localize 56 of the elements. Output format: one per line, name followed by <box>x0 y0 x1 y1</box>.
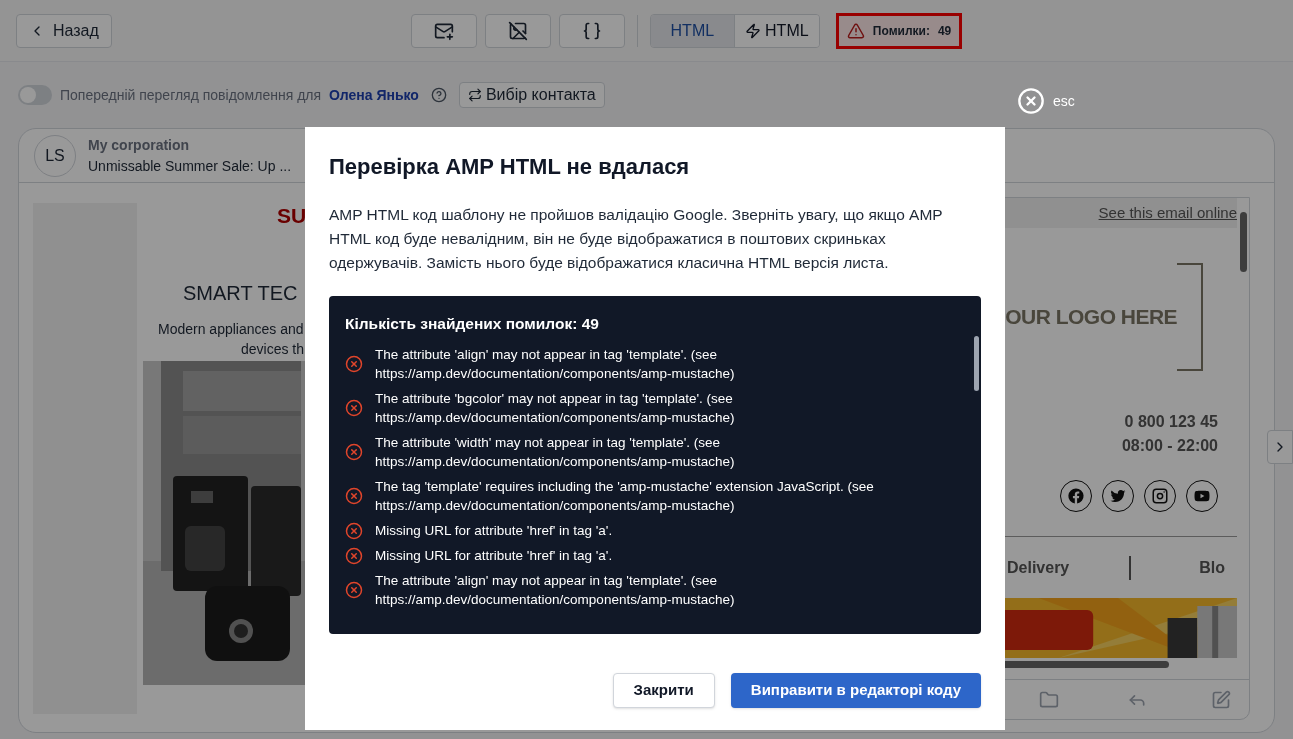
preview-label: Попередній перегляд повідомлення для <box>60 85 322 105</box>
error-icon <box>345 355 363 374</box>
contact-select-button[interactable]: Вибір контакта <box>458 82 605 108</box>
close-icon[interactable] <box>1017 87 1045 115</box>
image-off-icon <box>507 20 528 41</box>
logo: OUR LOGO HERE <box>1005 304 1177 331</box>
error-icon <box>345 399 363 418</box>
send-test-button[interactable] <box>410 13 477 48</box>
error-icon <box>345 521 363 540</box>
error-icon <box>345 546 363 565</box>
error-icon <box>345 487 363 506</box>
dialog-description: AMP HTML код шаблону не пройшов валідацію Google. Зверніть увагу, що якщо AMP HTML код буде невалідним, він не буде відображатися в поштових скриньках одержувачів. Замість нього буде відображатися класична HTML версія листа. <box>329 205 944 273</box>
dialog-title: Перевірка AMP HTML не вдалася <box>329 153 691 181</box>
error-message: Missing URL for attribute 'href' in tag 'a'. <box>375 522 613 541</box>
format-tab[interactable]: HTML <box>650 14 735 47</box>
next-button[interactable] <box>1267 430 1293 464</box>
close-button[interactable]: Закрити <box>612 673 715 708</box>
preview-toggle[interactable] <box>18 85 52 105</box>
errors-label: Помилки: <box>872 22 930 40</box>
section-title: SMART TEC <box>183 281 298 305</box>
errors-badge[interactable]: Помилки: 49 <box>835 12 963 49</box>
errors-count: 49 <box>937 22 952 40</box>
errors-heading: Кількість знайдених помилок: 49 <box>345 314 600 334</box>
swap-icon <box>467 88 482 102</box>
error-message: The attribute 'bgcolor' may not appear in tag 'template'. (see https://amp.dev/documentation/components/amp-mustache) <box>375 390 736 428</box>
headline: SU <box>277 203 307 229</box>
error-message: Missing URL for attribute 'href' in tag 'a'. <box>375 547 613 566</box>
error-icon <box>345 581 363 600</box>
contact-name[interactable]: Олена Янько <box>329 84 419 106</box>
lightning-icon <box>745 22 762 39</box>
description-line: devices th <box>241 340 305 359</box>
error-icon <box>345 443 363 462</box>
braces-icon <box>581 20 602 41</box>
edit-icon[interactable] <box>1211 689 1231 710</box>
help-icon <box>430 87 447 103</box>
code-button[interactable] <box>558 13 625 48</box>
error-message: The attribute 'align' may not appear in tag 'template'. (see https://amp.dev/documentation/components/amp-mustache) <box>375 572 736 610</box>
phone-number: 0 800 123 45 <box>1124 412 1218 432</box>
format-tab[interactable]: HTML <box>734 14 819 47</box>
back-button[interactable]: Назад <box>16 13 112 48</box>
sender-name: My corporation <box>88 135 191 155</box>
description-line: Modern appliances and <box>158 320 304 339</box>
images-off-button[interactable] <box>484 13 551 48</box>
folder-icon[interactable] <box>1039 689 1059 710</box>
warning-icon <box>846 21 865 40</box>
nav-link[interactable]: Blo <box>1199 555 1226 580</box>
error-message: The attribute 'align' may not appear in tag 'template'. (see https://amp.dev/documentation/components/amp-mustache) <box>375 346 736 384</box>
email-subject: Unmissable Summer Sale: Up ... <box>88 156 292 176</box>
working-hours: 08:00 - 22:00 <box>1121 436 1218 456</box>
scrollbar-thumb[interactable] <box>974 336 979 391</box>
esc-hint: esc <box>1053 91 1075 111</box>
error-message: The attribute 'width' may not appear in tag 'template'. (see https://amp.dev/documentation/components/amp-mustache) <box>375 434 736 472</box>
error-message: The tag 'template' requires including the 'amp-mustache' extension JavaScript. (see https://amp.dev/documentation/components/amp-mustache) <box>375 478 875 516</box>
scrollbar-thumb[interactable] <box>1239 212 1247 272</box>
nav-link[interactable]: Delivery <box>1007 555 1070 580</box>
fix-in-editor-button[interactable]: Виправити в редакторі коду <box>730 673 981 708</box>
